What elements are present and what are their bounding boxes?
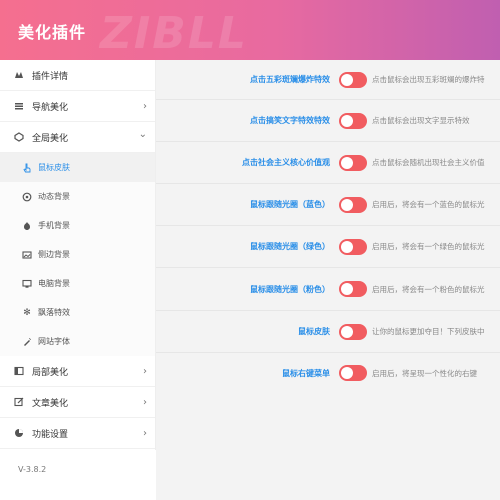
setting-label: 鼠标右键菜单 bbox=[282, 368, 330, 378]
setting-description: 启用后，将会有一个绿色的鼠标光 bbox=[372, 242, 485, 251]
chevron-down-icon: ⌄ bbox=[138, 129, 147, 140]
setting-description: 启用后，将呈现一个性化的右键 bbox=[372, 368, 477, 378]
setting-description: 点击鼠标会随机出现社会主义价值 bbox=[372, 158, 485, 167]
chevron-right-icon: › bbox=[143, 101, 147, 112]
header-bar: ZIBLL 美化插件 bbox=[0, 0, 500, 60]
content-footer bbox=[156, 450, 500, 500]
sidebar-item-label: 功能设置 bbox=[32, 429, 69, 440]
setting-row: 鼠标皮肤 让你的鼠标更加夺目！下列皮肤中 bbox=[156, 311, 500, 353]
setting-label: 鼠标跟随光圈（蓝色） bbox=[250, 200, 330, 209]
setting-label: 鼠标跟随光圈（绿色） bbox=[250, 242, 330, 251]
version-label: V-3.8.2 bbox=[18, 465, 47, 474]
sidebar-item-label: 局部美化 bbox=[32, 367, 69, 378]
sidebar: 插件详情 导航美化 › 全局美化 ⌄ 鼠标皮肤 动态背景 手机背景 侧边背景 电… bbox=[0, 60, 156, 450]
sidebar-subitem-label: 电脑背景 bbox=[38, 279, 70, 288]
setting-label: 点击社会主义核心价值观 bbox=[242, 158, 330, 167]
local-icon bbox=[14, 366, 24, 376]
navigation-icon bbox=[14, 101, 24, 111]
article-icon bbox=[14, 397, 24, 407]
setting-toggle[interactable] bbox=[339, 281, 367, 297]
toggle-knob bbox=[341, 156, 353, 169]
sidebar-subitem-dynamic-bg[interactable]: 动态背景 bbox=[0, 182, 155, 211]
setting-row: 鼠标右键菜单 启用后，将呈现一个性化的右键 bbox=[156, 353, 500, 393]
desktop-bg-icon bbox=[22, 279, 32, 289]
setting-toggle[interactable] bbox=[339, 154, 367, 171]
toggle-knob bbox=[341, 114, 353, 127]
sidebar-subitem-label: 网站字体 bbox=[38, 337, 70, 346]
hand-pointer-icon bbox=[22, 163, 32, 173]
setting-row: 鼠标跟随光圈（粉色） 启用后，将会有一个粉色的鼠标光 bbox=[156, 268, 500, 311]
dynamic-bg-icon bbox=[22, 192, 32, 202]
sidebar-subitem-mobile-bg[interactable]: 手机背景 bbox=[0, 211, 155, 240]
setting-label: 鼠标跟随光圈（粉色） bbox=[250, 284, 330, 294]
setting-row: 点击社会主义核心价值观 点击鼠标会随机出现社会主义价值 bbox=[156, 142, 500, 184]
sidebar-item-global[interactable]: 全局美化 ⌄ bbox=[0, 122, 155, 153]
toggle-knob bbox=[341, 283, 353, 295]
page-title: 美化插件 bbox=[18, 23, 87, 42]
settings-panel: 点击五彩斑斓爆炸特效 点击鼠标会出现五彩斑斓的爆炸特 点击搞笑文字特效特效 点击… bbox=[156, 60, 500, 450]
header-watermark: ZIBLL bbox=[100, 8, 248, 59]
sidebar-subitem-label: 鼠标皮肤 bbox=[38, 163, 70, 172]
mobile-bg-icon bbox=[22, 221, 32, 231]
setting-description: 启用后，将会有一个粉色的鼠标光 bbox=[372, 284, 485, 294]
setting-toggle[interactable] bbox=[339, 71, 367, 88]
chevron-right-icon: › bbox=[143, 366, 147, 377]
chevron-right-icon: › bbox=[143, 428, 147, 439]
font-icon bbox=[22, 337, 32, 347]
setting-label: 点击搞笑文字特效特效 bbox=[250, 116, 330, 125]
setting-description: 启用后，将会有一个蓝色的鼠标光 bbox=[372, 200, 485, 209]
snowflake-icon: ✻ bbox=[23, 307, 31, 318]
sidebar-item-plugin-details[interactable]: 插件详情 bbox=[0, 60, 155, 91]
toggle-knob bbox=[341, 73, 353, 86]
sidebar-subitem-label: 侧边背景 bbox=[38, 250, 70, 259]
sidebar-item-settings[interactable]: 功能设置 › bbox=[0, 418, 155, 449]
setting-label: 点击五彩斑斓爆炸特效 bbox=[250, 75, 330, 84]
toggle-knob bbox=[341, 325, 353, 338]
sidebar-item-label: 全局美化 bbox=[32, 133, 69, 144]
setting-toggle[interactable] bbox=[339, 112, 367, 129]
toggle-knob bbox=[341, 367, 353, 379]
setting-row: 点击搞笑文字特效特效 点击鼠标会出现文字显示特效 bbox=[156, 100, 500, 142]
sidebar-subitem-label: 动态背景 bbox=[38, 192, 70, 201]
global-icon bbox=[14, 132, 24, 142]
plugin-icon bbox=[14, 70, 24, 80]
setting-description: 让你的鼠标更加夺目！下列皮肤中 bbox=[372, 327, 485, 336]
sidebar-item-navigation[interactable]: 导航美化 › bbox=[0, 91, 155, 122]
chevron-right-icon: › bbox=[143, 397, 147, 408]
sidebar-footer: V-3.8.2 bbox=[0, 450, 156, 500]
setting-label: 鼠标皮肤 bbox=[298, 327, 330, 336]
setting-toggle[interactable] bbox=[339, 196, 367, 213]
sidebar-subitem-cursor-skin[interactable]: 鼠标皮肤 bbox=[0, 153, 155, 182]
sidebar-subitem-label: 手机背景 bbox=[38, 221, 70, 230]
sidebar-subitem-label: 飘落特效 bbox=[38, 308, 70, 317]
setting-row: 鼠标跟随光圈（蓝色） 启用后，将会有一个蓝色的鼠标光 bbox=[156, 184, 500, 226]
setting-toggle[interactable] bbox=[339, 323, 367, 340]
settings-icon bbox=[14, 428, 24, 438]
sidebar-subitem-desktop-bg[interactable]: 电脑背景 bbox=[0, 269, 155, 298]
sidebar-item-label: 文章美化 bbox=[32, 398, 69, 409]
setting-row: 点击五彩斑斓爆炸特效 点击鼠标会出现五彩斑斓的爆炸特 bbox=[156, 60, 500, 100]
sidebar-item-local[interactable]: 局部美化 › bbox=[0, 356, 155, 387]
sidebar-item-label: 导航美化 bbox=[32, 102, 69, 113]
toggle-knob bbox=[341, 240, 353, 253]
sidebar-subitem-side-bg[interactable]: 侧边背景 bbox=[0, 240, 155, 269]
setting-description: 点击鼠标会出现文字显示特效 bbox=[372, 116, 470, 125]
sidebar-item-article[interactable]: 文章美化 › bbox=[0, 387, 155, 418]
setting-row: 鼠标跟随光圈（绿色） 启用后，将会有一个绿色的鼠标光 bbox=[156, 226, 500, 268]
toggle-knob bbox=[341, 198, 353, 211]
setting-toggle[interactable] bbox=[339, 238, 367, 255]
sidebar-subitem-site-font[interactable]: 网站字体 bbox=[0, 327, 155, 356]
global-submenu: 鼠标皮肤 动态背景 手机背景 侧边背景 电脑背景 ✻ 飘落特效 网站字体 bbox=[0, 153, 155, 356]
sidebar-item-label: 插件详情 bbox=[32, 71, 69, 82]
side-bg-icon bbox=[22, 250, 32, 260]
setting-toggle[interactable] bbox=[339, 365, 367, 381]
setting-description: 点击鼠标会出现五彩斑斓的爆炸特 bbox=[372, 75, 485, 84]
sidebar-subitem-falling-effect[interactable]: ✻ 飘落特效 bbox=[0, 298, 155, 327]
